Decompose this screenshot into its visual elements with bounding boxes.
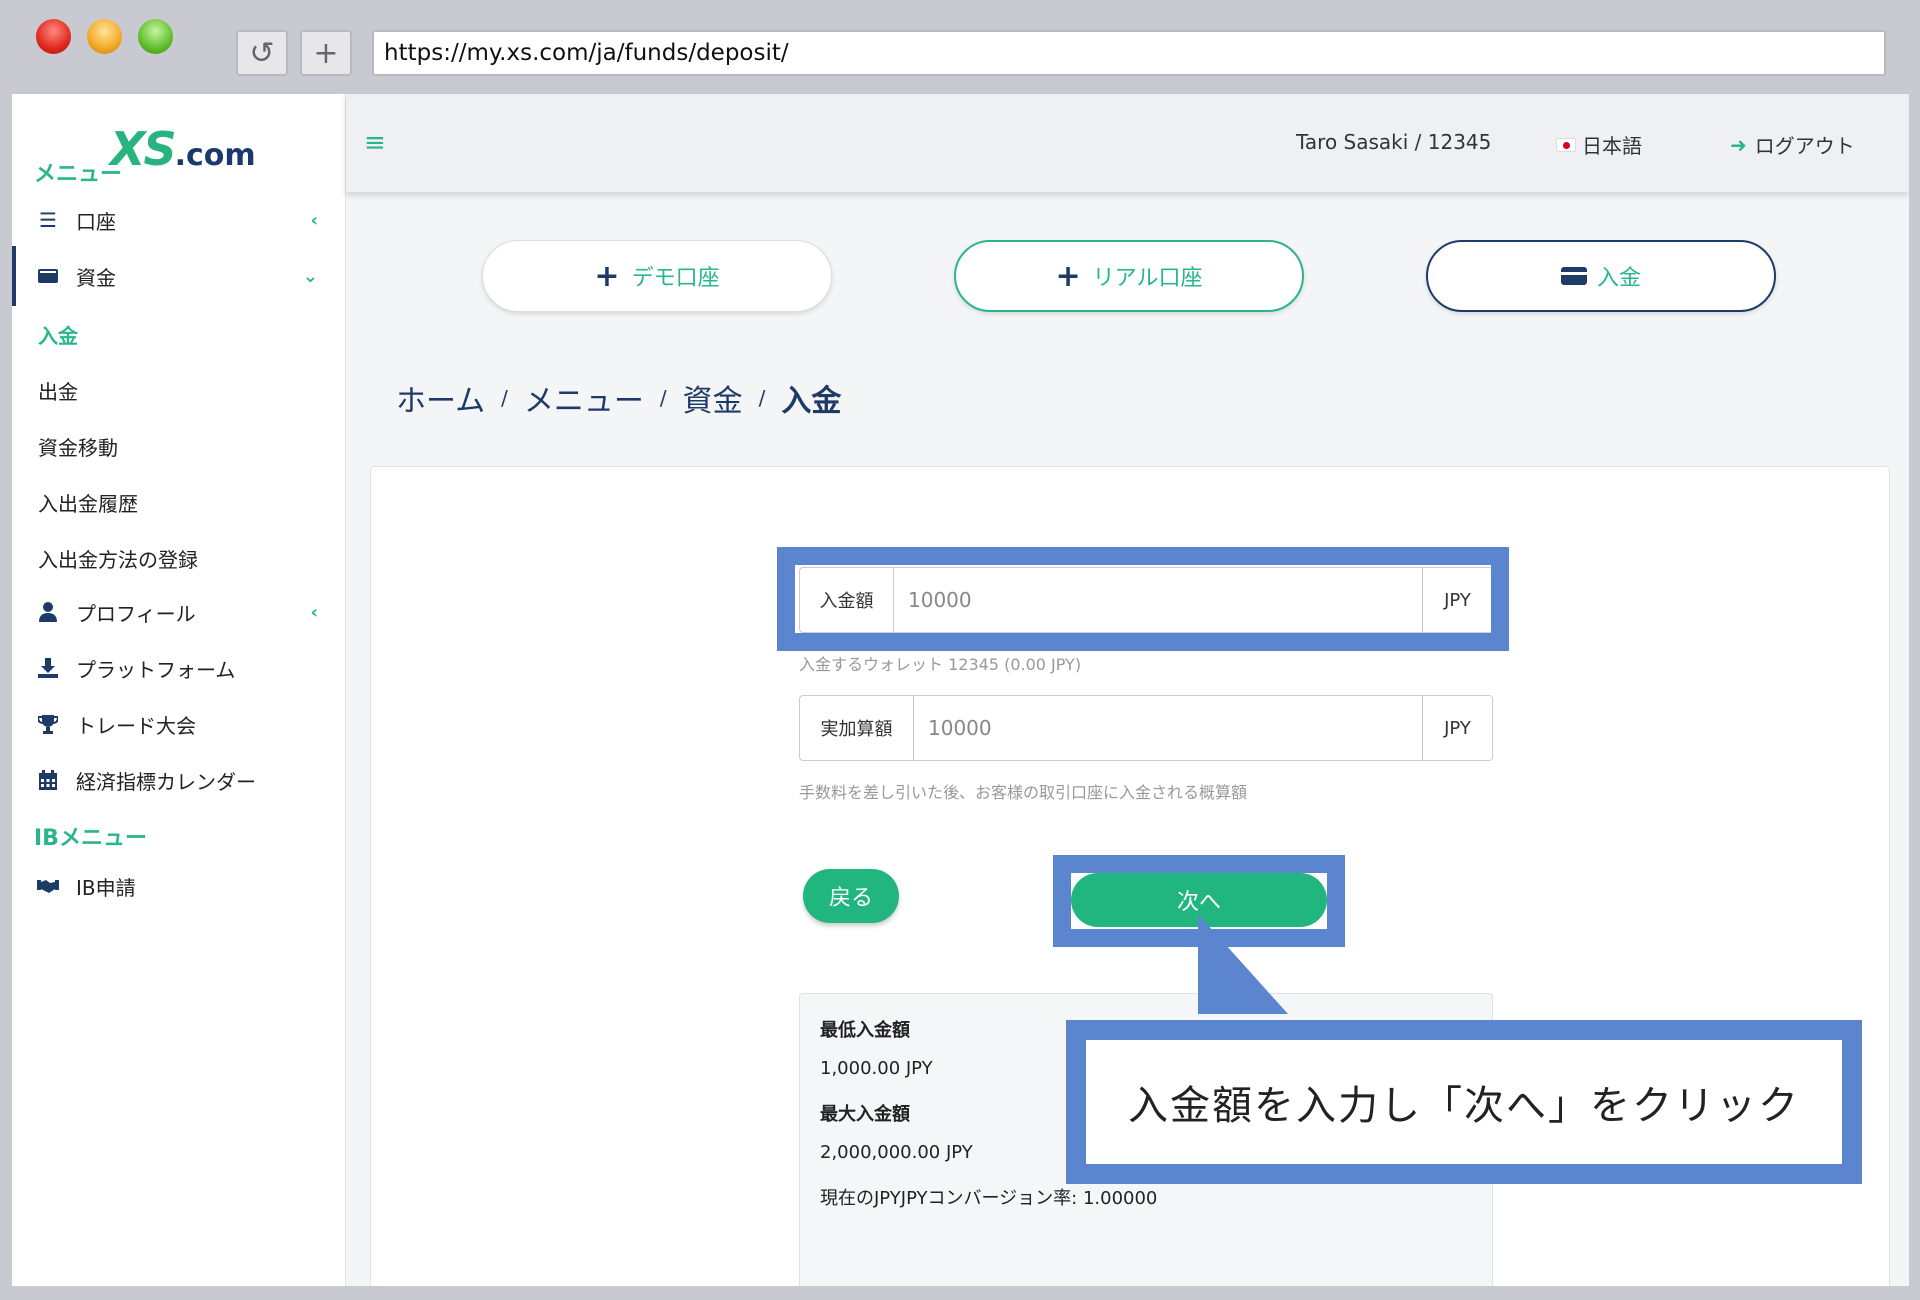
- ib-menu-heading: IBメニュー: [34, 826, 147, 851]
- deposit-button[interactable]: 入金: [1426, 240, 1776, 312]
- callout-pointer: [1198, 914, 1288, 1014]
- sidebar-subitem-deposit[interactable]: 入金: [38, 320, 78, 349]
- sidebar-item-label: トレード大会: [76, 713, 196, 738]
- user-account-label[interactable]: Taro Sasaki / 12345: [1296, 130, 1491, 154]
- user-icon: [34, 602, 62, 622]
- breadcrumb-home[interactable]: ホーム: [396, 376, 485, 420]
- window-maximize-button[interactable]: [138, 19, 173, 54]
- plus-icon: +: [313, 35, 339, 71]
- sidebar-item-label: IB申請: [76, 875, 136, 900]
- sidebar-item-account[interactable]: ☰ 口座 ‹: [12, 190, 346, 250]
- breadcrumb-deposit: 入金: [781, 384, 842, 419]
- calendar-icon: [34, 770, 62, 790]
- wallet-icon: [34, 268, 62, 284]
- chevron-left-icon: ‹: [310, 209, 318, 231]
- breadcrumb-menu[interactable]: メニュー: [524, 376, 644, 420]
- actual-amount-group: 実加算額 10000 JPY: [799, 695, 1493, 761]
- demo-account-button[interactable]: + デモ口座: [482, 240, 832, 312]
- breadcrumb-funds[interactable]: 資金: [683, 376, 743, 420]
- browser-chrome: ↺ + https://my.xs.com/ja/funds/deposit/: [0, 0, 1920, 94]
- handshake-icon: [34, 878, 62, 894]
- logout-label: ログアウト: [1754, 134, 1855, 158]
- highlight-amount-box: [777, 547, 1509, 651]
- plus-icon: +: [594, 258, 620, 294]
- demo-account-label: デモ口座: [631, 266, 720, 291]
- actual-amount-label: 実加算額: [799, 695, 913, 761]
- sidebar-subitem-history[interactable]: 入出金履歴: [38, 488, 138, 517]
- reload-button[interactable]: ↺: [236, 30, 288, 76]
- logout-button[interactable]: ➜ ログアウト: [1730, 130, 1855, 159]
- sidebar-subitem-transfer[interactable]: 資金移動: [38, 432, 118, 461]
- sidebar-item-label: 資金: [76, 265, 116, 290]
- min-deposit-title: 最低入金額: [820, 1020, 910, 1041]
- xs-logo[interactable]: XS .com: [110, 122, 256, 176]
- max-deposit-title: 最大入金額: [820, 1104, 910, 1125]
- sidebar-item-label: プロフィール: [76, 601, 196, 626]
- sidebar-item-label: プラットフォーム: [76, 657, 236, 682]
- sidebar-item-economic-calendar[interactable]: 経済指標カレンダー: [12, 750, 346, 810]
- hamburger-icon[interactable]: ≡: [364, 128, 386, 158]
- sidebar-item-profile[interactable]: プロフィール ‹: [12, 582, 346, 642]
- actual-amount-input[interactable]: 10000: [913, 695, 1423, 761]
- max-deposit-value: 2,000,000.00 JPY: [820, 1142, 973, 1163]
- sidebar-item-funds[interactable]: 資金 ⌄: [12, 246, 346, 306]
- instruction-callout: 入金額を入力し「次へ」をクリック: [1066, 1020, 1862, 1184]
- top-header: ≡ Taro Sasaki / 12345 日本語 ➜ ログアウト: [346, 94, 1909, 192]
- trophy-icon: [34, 714, 62, 734]
- window-minimize-button[interactable]: [87, 19, 122, 54]
- url-bar[interactable]: https://my.xs.com/ja/funds/deposit/: [372, 30, 1886, 76]
- sidebar-subitem-payment-methods[interactable]: 入出金方法の登録: [38, 544, 198, 573]
- list-icon: ☰: [39, 208, 57, 232]
- sidebar-item-trade-contest[interactable]: トレード大会: [12, 694, 346, 754]
- deposit-label: 入金: [1596, 266, 1641, 291]
- real-account-label: リアル口座: [1092, 266, 1203, 291]
- credit-card-icon: [1560, 267, 1587, 285]
- language-label: 日本語: [1582, 134, 1642, 158]
- chevron-left-icon: ‹: [310, 601, 318, 623]
- conversion-rate: 現在のJPYJPYコンバージョン率: 1.00000: [820, 1188, 1158, 1209]
- deposit-amount-hint: 入金するウォレット 12345 (0.00 JPY): [799, 655, 1082, 674]
- download-icon: [34, 658, 62, 678]
- sidebar: XS .com メニュー ☰ 口座 ‹ 資金 ⌄ 入金 出金 資金移動 入出金履歴…: [12, 94, 346, 1286]
- window-close-button[interactable]: [36, 19, 71, 54]
- sidebar-item-ib-application[interactable]: IB申請: [12, 856, 346, 916]
- actual-amount-hint: 手数料を差し引いた後、お客様の取引口座に入金される概算額: [799, 783, 1248, 802]
- app-window: XS .com メニュー ☰ 口座 ‹ 資金 ⌄ 入金 出金 資金移動 入出金履歴…: [12, 94, 1909, 1286]
- new-tab-button[interactable]: +: [300, 30, 352, 76]
- reload-icon: ↺: [249, 35, 275, 71]
- language-selector[interactable]: 日本語: [1556, 130, 1642, 159]
- real-account-button[interactable]: + リアル口座: [954, 240, 1304, 312]
- back-button[interactable]: 戻る: [803, 869, 899, 923]
- menu-heading: メニュー: [34, 162, 123, 187]
- breadcrumb: ホーム / メニュー / 資金 / 入金: [396, 376, 841, 420]
- sidebar-item-label: 口座: [76, 209, 116, 234]
- actual-amount-unit: JPY: [1423, 695, 1493, 761]
- sidebar-item-label: 経済指標カレンダー: [76, 769, 256, 794]
- plus-icon: +: [1055, 258, 1081, 294]
- sign-out-icon: ➜: [1730, 132, 1747, 157]
- japan-flag-icon: [1556, 137, 1576, 152]
- chevron-down-icon: ⌄: [302, 265, 318, 287]
- sidebar-item-platform[interactable]: プラットフォーム: [12, 638, 346, 698]
- min-deposit-value: 1,000.00 JPY: [820, 1058, 933, 1079]
- sidebar-subitem-withdraw[interactable]: 出金: [38, 376, 78, 405]
